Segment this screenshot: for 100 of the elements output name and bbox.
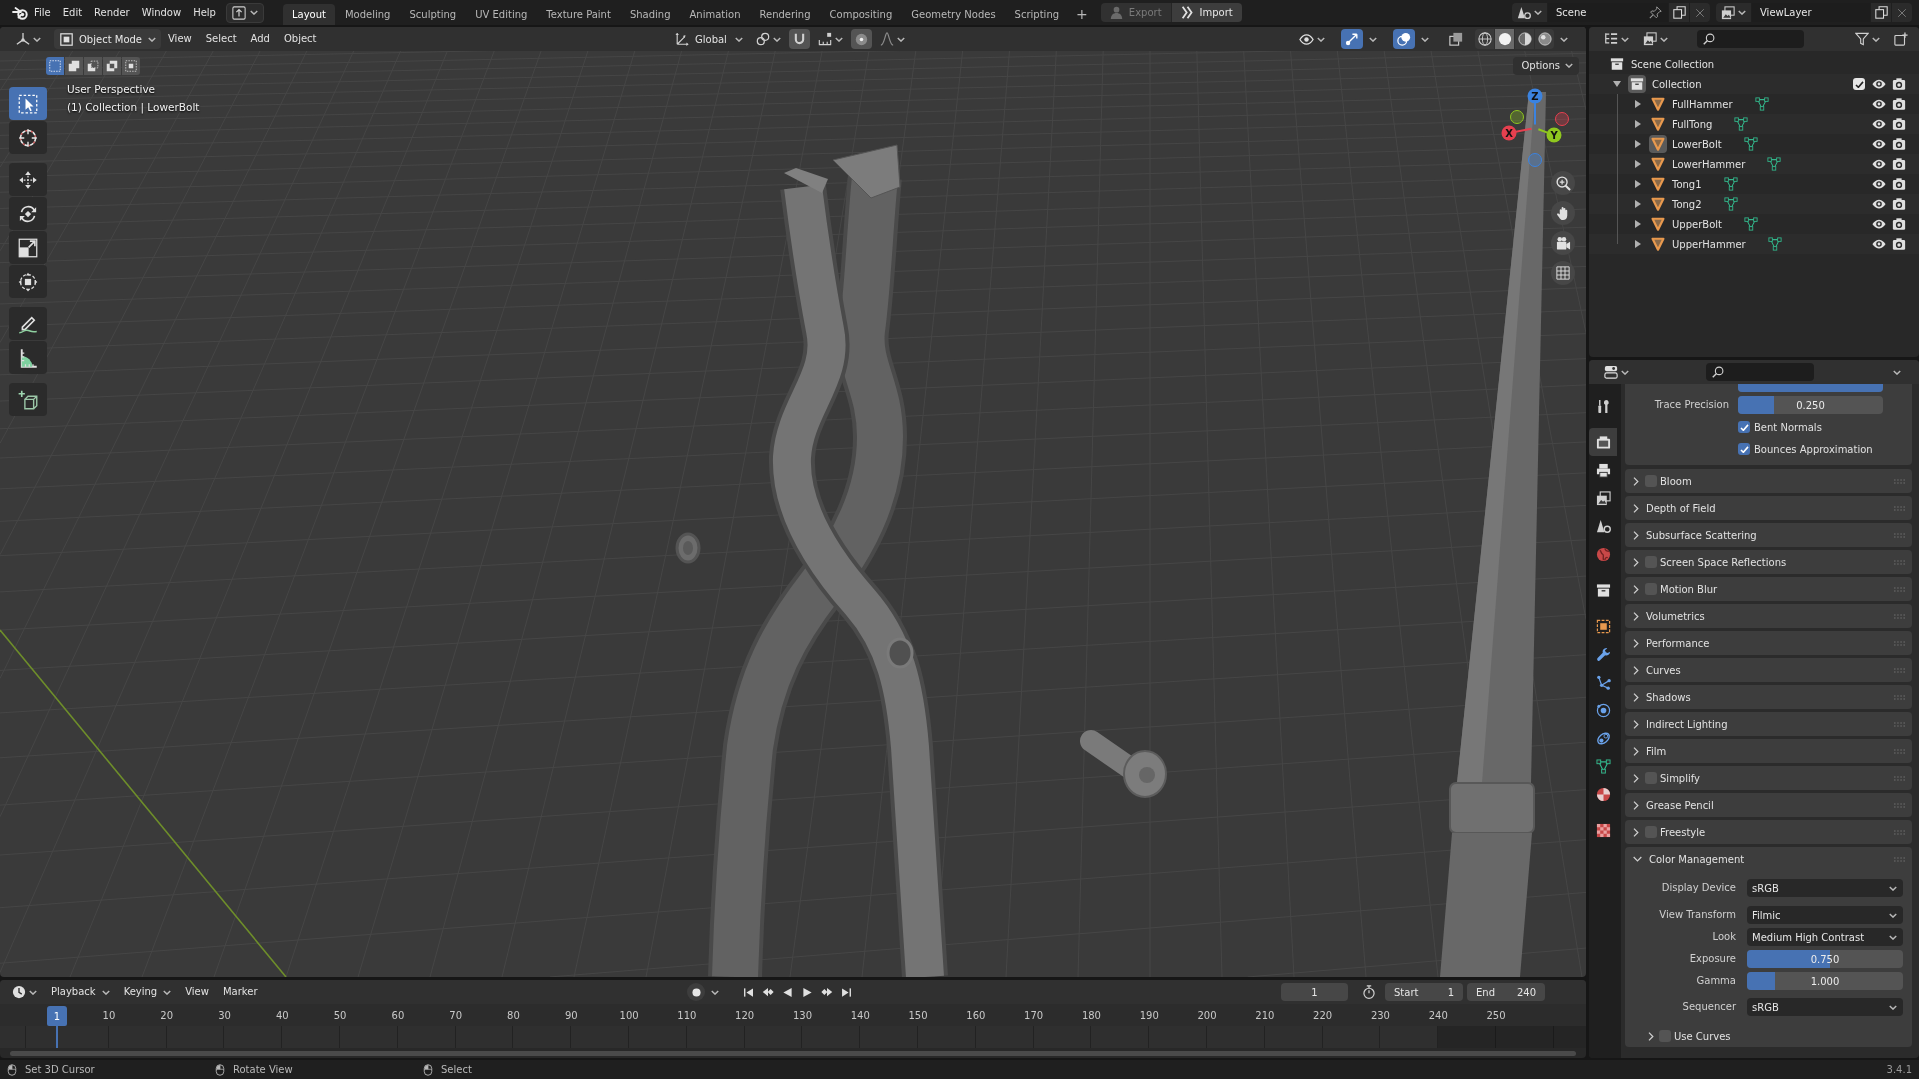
chevron-icon[interactable] — [1633, 557, 1639, 567]
chevron-icon[interactable] — [1633, 611, 1639, 621]
eye-icon[interactable] — [1872, 217, 1886, 231]
menu-dropdown[interactable]: Keying — [116, 982, 179, 1002]
object-icon-tile[interactable] — [1649, 135, 1667, 153]
app-logo-icon[interactable] — [12, 4, 28, 21]
record-button[interactable] — [687, 983, 705, 1001]
disclosure-triangle-icon[interactable] — [1634, 160, 1642, 168]
workspace-tab[interactable]: Shading — [620, 4, 680, 25]
object-icon-tile[interactable] — [1649, 115, 1667, 133]
negative-axis-handle[interactable] — [1510, 110, 1524, 124]
properties-tab[interactable] — [1589, 428, 1617, 456]
checkbox[interactable] — [1853, 78, 1865, 90]
drag-handle-icon[interactable] — [1894, 532, 1905, 538]
panel-title[interactable]: Grease Pencil — [1646, 799, 1714, 811]
tree-item[interactable]: FullTong — [1672, 118, 1713, 130]
camera-icon[interactable] — [1892, 137, 1906, 151]
panel-title[interactable]: Performance — [1646, 637, 1710, 649]
menu-item[interactable]: File — [28, 2, 57, 23]
chevron-icon[interactable] — [1633, 719, 1639, 729]
action-button[interactable]: Import — [1170, 3, 1242, 22]
scrollbar[interactable] — [10, 1050, 1576, 1056]
workspace-tab[interactable]: Geometry Nodes — [902, 4, 1005, 25]
tree-item[interactable]: UpperHammer — [1672, 238, 1746, 250]
snap-toggle[interactable] — [789, 29, 810, 49]
tool-button[interactable] — [9, 341, 47, 374]
drag-handle-icon[interactable] — [1894, 721, 1905, 727]
disclosure-triangle-icon[interactable] — [1634, 200, 1642, 208]
dropdown[interactable]: sRGB — [1747, 998, 1903, 1016]
chevron-icon[interactable] — [1633, 476, 1639, 486]
panel-title[interactable]: Freestyle — [1660, 826, 1706, 838]
dropdown[interactable]: sRGB — [1747, 879, 1903, 897]
dropdown-button[interactable] — [225, 2, 264, 23]
camera-icon[interactable] — [1892, 237, 1906, 251]
menu-item[interactable]: Object — [276, 29, 324, 49]
mesh-triangle-icon[interactable] — [1723, 197, 1738, 211]
chevron-icon[interactable] — [1633, 773, 1639, 783]
workspace-tab[interactable]: Animation — [680, 4, 750, 25]
shading-button[interactable] — [1515, 29, 1534, 49]
eye-icon[interactable] — [1872, 177, 1886, 191]
tool-button[interactable] — [9, 231, 47, 264]
add-workspace-button[interactable]: + — [1069, 4, 1095, 25]
subpanel-title[interactable]: Use Curves — [1674, 1030, 1731, 1042]
camera-view-button[interactable] — [1551, 231, 1575, 255]
panel-title[interactable]: Depth of Field — [1646, 502, 1716, 514]
pan-button[interactable] — [1551, 201, 1575, 225]
panel-title[interactable]: Subsurface Scattering — [1646, 529, 1757, 541]
eye-icon[interactable] — [1872, 77, 1886, 91]
menu-item[interactable]: Render — [88, 2, 136, 23]
drag-handle-icon[interactable] — [1894, 694, 1905, 700]
chevron-icon[interactable] — [1633, 746, 1639, 756]
object-icon-tile[interactable] — [1649, 195, 1667, 213]
menu-item[interactable]: View — [178, 982, 216, 1002]
drag-handle-icon[interactable] — [1894, 559, 1905, 565]
shading-button[interactable] — [1495, 29, 1514, 49]
negative-axis-handle[interactable] — [1555, 112, 1569, 126]
menu-item[interactable]: Window — [135, 2, 188, 23]
current-frame-field[interactable]: 1 — [1281, 983, 1348, 1001]
menu-dropdown[interactable]: Playback — [44, 982, 117, 1002]
camera-icon[interactable] — [1892, 177, 1906, 191]
orientation-dropdown[interactable]: Global — [670, 29, 748, 49]
toggle-button[interactable] — [1341, 29, 1363, 49]
tool-button[interactable] — [9, 197, 47, 230]
menu-item[interactable]: Help — [187, 2, 222, 23]
menu-item[interactable]: View — [161, 29, 199, 49]
axis-handle[interactable]: Z — [1527, 88, 1543, 126]
drag-handle-icon[interactable] — [1894, 829, 1905, 835]
negative-axis-handle[interactable] — [1528, 153, 1542, 167]
eye-icon[interactable] — [1872, 237, 1886, 251]
tree-item[interactable]: Tong1 — [1672, 178, 1702, 190]
options-dropdown[interactable]: Options — [1513, 56, 1579, 75]
mesh-triangle-icon[interactable] — [1743, 217, 1758, 231]
chevron-icon[interactable] — [1633, 584, 1639, 594]
tree-item[interactable]: LowerHammer — [1672, 158, 1746, 170]
search-field[interactable] — [1697, 30, 1804, 48]
chevron-icon[interactable] — [1633, 856, 1642, 862]
workspace-tab[interactable]: Sculpting — [400, 4, 466, 25]
eye-icon[interactable] — [1872, 197, 1886, 211]
drag-handle-icon[interactable] — [1894, 667, 1905, 673]
tool-button[interactable] — [9, 87, 47, 120]
disclosure-triangle-icon[interactable] — [1613, 80, 1621, 88]
select-mode-button[interactable] — [65, 56, 83, 75]
mesh-triangle-icon[interactable] — [1767, 237, 1782, 251]
mesh-triangle-icon[interactable] — [1754, 97, 1769, 111]
mesh-triangle-icon[interactable] — [1743, 137, 1758, 151]
view-layer-dropdown[interactable] — [1716, 3, 1751, 22]
object-icon-tile[interactable] — [1649, 235, 1667, 253]
menu-item[interactable]: Edit — [56, 2, 89, 23]
dropdown[interactable]: Filmic — [1747, 906, 1903, 924]
copy-button[interactable] — [1669, 3, 1689, 22]
tool-button[interactable] — [9, 163, 47, 196]
disclosure-triangle-icon[interactable] — [1634, 140, 1642, 148]
close-button[interactable] — [1690, 3, 1710, 22]
pin-icon[interactable] — [1649, 6, 1662, 19]
drag-handle-icon[interactable] — [1894, 478, 1905, 484]
zoom-button[interactable] — [1551, 171, 1575, 195]
tree-item[interactable]: Tong2 — [1672, 198, 1702, 210]
checkbox[interactable] — [1738, 421, 1750, 433]
workspace-tab[interactable]: Modeling — [335, 4, 400, 25]
camera-icon[interactable] — [1892, 97, 1906, 111]
